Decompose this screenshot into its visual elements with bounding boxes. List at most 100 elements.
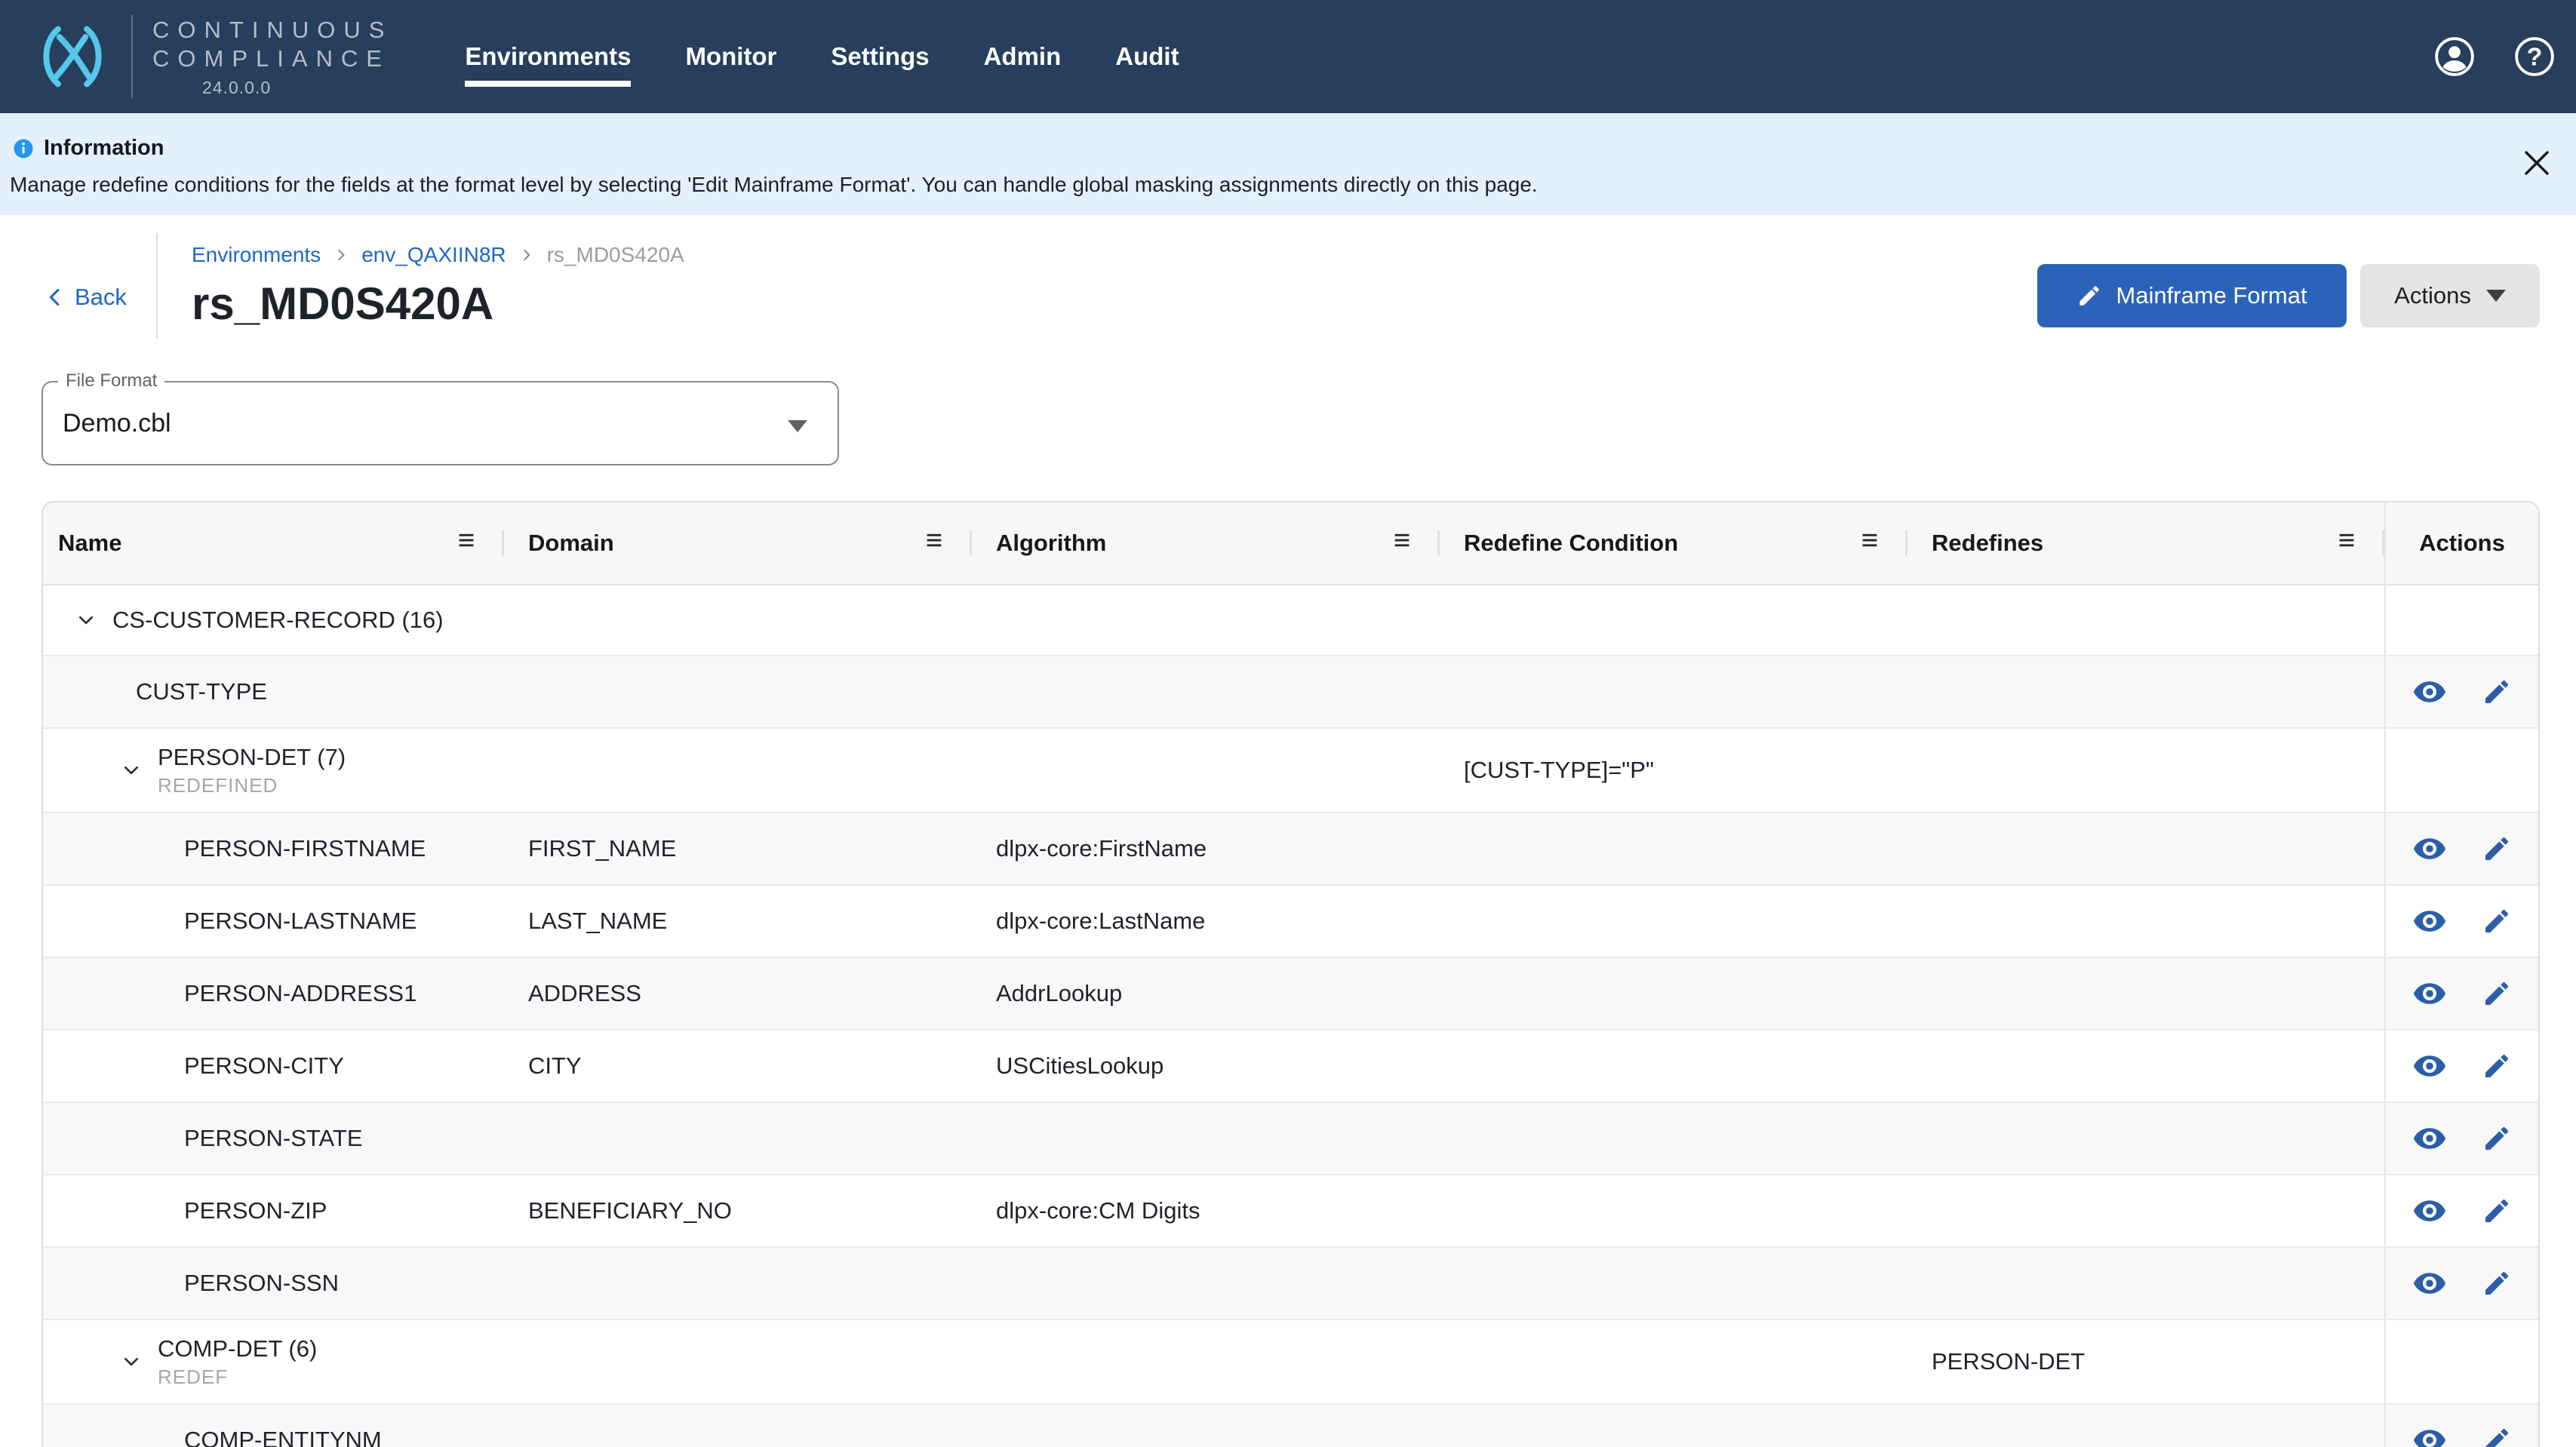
redefine-condition-cell: [1440, 886, 1907, 957]
edit-pencil-icon[interactable]: [2482, 1123, 2512, 1154]
domain-cell: [504, 656, 972, 727]
info-banner: Information Manage redefine conditions f…: [0, 113, 2576, 215]
redefines-cell: [1907, 958, 2384, 1029]
svg-text:?: ?: [2527, 43, 2543, 72]
actions-cell: [2384, 886, 2538, 957]
table-row-cust-type: CUST-TYPE: [43, 656, 2538, 729]
column-menu-icon[interactable]: [1390, 529, 1414, 558]
column-menu-icon[interactable]: [454, 529, 478, 558]
header-divider: [156, 233, 158, 339]
view-eye-icon[interactable]: [2412, 976, 2447, 1011]
redefines-cell: [1907, 886, 2384, 957]
chevron-down-icon[interactable]: [118, 757, 144, 783]
breadcrumb-item-environments[interactable]: Environments: [192, 243, 321, 267]
field-name-cell: COMP-ENTITYNM: [43, 1405, 504, 1447]
breadcrumb-separator-icon: [517, 245, 536, 265]
edit-pencil-icon[interactable]: [2482, 1425, 2512, 1447]
algorithm-cell: AddrLookup: [972, 958, 1440, 1029]
field-name-cell: PERSON-FIRSTNAME: [43, 813, 504, 884]
edit-pencil-icon[interactable]: [2482, 1051, 2512, 1081]
field-name-cell: PERSON-SSN: [43, 1248, 504, 1319]
edit-pencil-icon[interactable]: [2482, 677, 2512, 707]
domain-cell: [504, 1248, 972, 1319]
nav-item-admin[interactable]: Admin: [984, 41, 1062, 72]
actions-cell: [2384, 585, 2538, 655]
field-name-cell: CUST-TYPE: [43, 656, 504, 727]
dropdown-arrow-icon: [788, 420, 807, 432]
mainframe-format-label: Mainframe Format: [2116, 282, 2307, 309]
breadcrumb-item-env-qaxiin8r[interactable]: env_QAXIIN8R: [361, 243, 506, 267]
fields-table: NameDomainAlgorithmRedefine ConditionRed…: [41, 501, 2540, 1447]
field-name-cell: COMP-DET (6)REDEF: [43, 1320, 504, 1403]
chevron-down-icon[interactable]: [118, 1349, 144, 1375]
column-header-redefines: Redefines: [1907, 502, 2384, 584]
column-header-algorithm: Algorithm: [972, 502, 1440, 584]
nav-item-settings[interactable]: Settings: [831, 41, 929, 72]
edit-pencil-icon[interactable]: [2482, 834, 2512, 864]
redefines-cell: [1907, 585, 2384, 655]
view-eye-icon[interactable]: [2412, 1049, 2447, 1083]
caret-down-icon: [2486, 290, 2506, 302]
file-format-value: Demo.cbl: [43, 409, 171, 438]
table-row-cs-customer-record-16: CS-CUSTOMER-RECORD (16): [43, 585, 2538, 656]
edit-pencil-icon[interactable]: [2482, 906, 2512, 936]
redefine-condition-cell: [1440, 1405, 1907, 1447]
redefine-condition-cell: [1440, 958, 1907, 1029]
nav-item-environments[interactable]: Environments: [465, 41, 631, 72]
actions-button[interactable]: Actions: [2360, 264, 2540, 327]
close-icon[interactable]: [2519, 145, 2555, 181]
view-eye-icon[interactable]: [2412, 1194, 2447, 1228]
table-row-person-address1: PERSON-ADDRESS1ADDRESSAddrLookup: [43, 958, 2538, 1031]
redefines-cell: PERSON-DET: [1907, 1320, 2384, 1403]
column-label: Redefines: [1932, 530, 2043, 557]
chevron-down-icon[interactable]: [73, 607, 99, 633]
domain-cell: CITY: [504, 1031, 972, 1101]
field-name: PERSON-SSN: [184, 1270, 339, 1297]
mainframe-format-button[interactable]: Mainframe Format: [2037, 264, 2347, 327]
view-eye-icon[interactable]: [2412, 831, 2447, 866]
navbar-divider: [131, 15, 133, 98]
help-icon[interactable]: ?: [2514, 36, 2555, 77]
field-name: CUST-TYPE: [136, 678, 267, 705]
nav-item-audit[interactable]: Audit: [1115, 41, 1179, 72]
actions-cell: [2384, 1405, 2538, 1447]
actions-cell: [2384, 729, 2538, 812]
view-eye-icon[interactable]: [2412, 1121, 2447, 1156]
nav-item-monitor[interactable]: Monitor: [685, 41, 776, 72]
column-label: Algorithm: [996, 530, 1106, 557]
account-icon[interactable]: [2434, 36, 2475, 77]
redefine-condition-cell: [1440, 1031, 1907, 1101]
view-eye-icon[interactable]: [2412, 904, 2447, 939]
domain-cell: BENEFICIARY_NO: [504, 1175, 972, 1246]
column-header-redefine-condition: Redefine Condition: [1440, 502, 1907, 584]
page-header: Back Environments env_QAXIIN8R rs_MD0S420A…: [0, 215, 2576, 339]
view-eye-icon[interactable]: [2412, 674, 2447, 709]
delphix-logo-icon: [33, 23, 112, 90]
view-eye-icon[interactable]: [2412, 1266, 2447, 1301]
actions-cell: [2384, 1103, 2538, 1174]
column-menu-icon[interactable]: [2335, 529, 2359, 558]
breadcrumb-separator-icon: [331, 245, 351, 265]
column-menu-icon[interactable]: [1858, 529, 1882, 558]
edit-pencil-icon[interactable]: [2482, 1268, 2512, 1298]
actions-cell: [2384, 813, 2538, 884]
table-body: CS-CUSTOMER-RECORD (16) CUST-TYPE PERSON-D…: [43, 585, 2538, 1447]
back-button[interactable]: Back: [41, 284, 156, 311]
table-row-comp-det-6: COMP-DET (6)REDEF PERSON-DET: [43, 1320, 2538, 1405]
edit-pencil-icon[interactable]: [2482, 1196, 2512, 1226]
view-eye-icon[interactable]: [2412, 1423, 2447, 1447]
edit-pencil-icon[interactable]: [2482, 978, 2512, 1009]
top-navbar: CONTINUOUS COMPLIANCE 24.0.0.0 Environme…: [0, 0, 2576, 113]
page-title: rs_MD0S420A: [192, 278, 684, 330]
column-menu-icon[interactable]: [922, 529, 946, 558]
field-name: PERSON-LASTNAME: [184, 908, 417, 935]
file-format-select[interactable]: File Format Demo.cbl: [41, 381, 839, 465]
field-name-cell: PERSON-ADDRESS1: [43, 958, 504, 1029]
column-header-actions: Actions: [2384, 502, 2538, 584]
redefine-condition-cell: [1440, 1175, 1907, 1246]
field-name: COMP-ENTITYNM: [184, 1427, 382, 1447]
algorithm-cell: [972, 1248, 1440, 1319]
redefine-condition-cell: [1440, 1248, 1907, 1319]
domain-cell: [504, 1320, 972, 1403]
algorithm-cell: [972, 656, 1440, 727]
